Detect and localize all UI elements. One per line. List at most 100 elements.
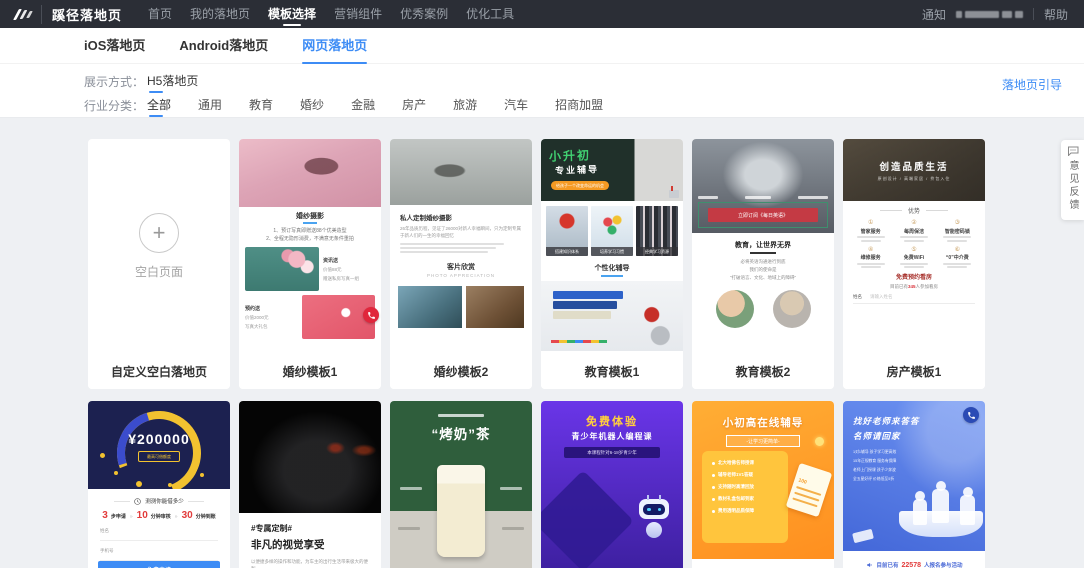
person-silhouette xyxy=(932,489,949,523)
robot-subhead: 青少年机器人编程课 xyxy=(571,432,653,441)
template-card-find-teacher[interactable]: 找好老师来答答 名师请回家 1对1辅导 孩子学习更高效 15年正规教育 服务有保… xyxy=(843,401,985,568)
gallery-photo xyxy=(465,286,524,328)
card-title: 房产模板1 xyxy=(843,354,985,389)
feedback-side-tab[interactable]: 意见反馈 xyxy=(1061,140,1084,220)
orange-bullet-panel: 北大哈佛名师授课 辅导老师1V1答疑 支持随时高清回放 教材礼盒包邮到家 费用透… xyxy=(702,451,788,543)
filter-industry-travel[interactable]: 旅游 xyxy=(453,96,477,114)
display-mode-row: 展示方式： H5落地页 xyxy=(84,72,225,93)
milktea-cup-photo xyxy=(437,465,485,557)
wedding2-hero-photo xyxy=(390,139,532,205)
step-number: 10 xyxy=(136,510,148,521)
gallery-photo xyxy=(398,286,462,328)
realty1-thumbnail: 创造品质生活 原创设计 / 高端家居 / 拎包入住 优势 ① 管家服务 ② 每周… xyxy=(843,139,985,354)
filter-industry-all[interactable]: 全部 xyxy=(147,96,171,117)
realty1-name-field: 姓名 请输入姓名 xyxy=(853,294,975,304)
template-card-loan[interactable]: ¥200000 最高可借额度 测测你能借多少 3 步申请 » 10 分钟审核 » 3… xyxy=(88,401,230,568)
edu2-feature-row xyxy=(698,196,828,199)
realty1-cta: 免费预约看房 xyxy=(895,275,932,281)
loan-apply-button: 免费申请 xyxy=(98,561,220,568)
filter-industry-wedding[interactable]: 婚纱 xyxy=(300,96,324,114)
template-card-realestate-1[interactable]: 创造品质生活 原创设计 / 高端家居 / 拎包入住 优势 ① 管家服务 ② 每周… xyxy=(843,139,985,389)
wedding2-thumbnail: 私人定制婚纱摄影 26年品质历程，见证了26000对新人幸福瞬间，只为定制专属于… xyxy=(390,139,532,354)
filter-h5-landing[interactable]: H5落地页 xyxy=(147,72,198,93)
wedding1-bullet-2: 2、全程无隐形消费，不满意无条件重拍 xyxy=(266,236,354,242)
orange-bullet: 支持随时高清回放 xyxy=(712,484,788,490)
phone-badge-icon xyxy=(963,407,979,423)
template-card-education-2[interactable]: 立即订阅《每日英语》 教育，让世界无界 必将英语沟通进行到底 我们的使命是 “打… xyxy=(692,139,834,389)
nav-item-showcases[interactable]: 优秀案例 xyxy=(400,0,448,28)
landing-guide-link[interactable]: 落地页引导 xyxy=(1002,76,1062,93)
nav-item-home[interactable]: 首页 xyxy=(148,0,172,28)
milktea-top-caption xyxy=(438,414,484,417)
nav-item-optimization-tools[interactable]: 优化工具 xyxy=(466,0,514,28)
top-navbar: 蹊径落地页 首页 我的落地页 模板选择 营销组件 优秀案例 优化工具 通知 帮助 xyxy=(0,0,1084,28)
template-card-car[interactable]: #专属定制# 非凡的视觉享受 以便捷多样的操作和功能，为车主的出行生活带来极大的… xyxy=(239,401,381,568)
orange-bullet: 教材礼盒包邮到家 xyxy=(712,496,788,502)
tab-android-landing[interactable]: Android落地页 xyxy=(179,28,268,64)
avatar-photo xyxy=(715,289,754,328)
step-separator: » xyxy=(174,514,178,520)
promo-line: 价值88元 xyxy=(323,266,342,272)
orange-headline: 小初高在线辅导 xyxy=(722,417,804,429)
car-hero-photo xyxy=(239,401,381,513)
megaphone-icon xyxy=(866,563,871,567)
plus-icon[interactable]: + xyxy=(139,213,179,253)
filter-industry-education[interactable]: 教育 xyxy=(249,96,273,114)
user-account-redacted[interactable] xyxy=(955,10,1023,18)
person-silhouette xyxy=(913,499,927,525)
template-card-robot-course[interactable]: 免费体验 青少年机器人编程课 本课程针对6-18岁青少年 激发兴趣 动手能力 发… xyxy=(541,401,683,568)
advantage-name: 维修服务 xyxy=(860,255,881,261)
pencil-row xyxy=(551,340,607,343)
template-card-blank[interactable]: + 空白页面 自定义空白落地页 xyxy=(88,139,230,389)
template-card-online-tutoring[interactable]: 小初高在线辅导 -让学习更简单- 北大哈佛名师授课 辅导老师1V1答疑 支持随时… xyxy=(692,401,834,568)
edu1-section-title: 个性化辅导 xyxy=(594,265,630,272)
filter-industry-general[interactable]: 通用 xyxy=(198,96,222,114)
nav-item-marketing-components[interactable]: 营销组件 xyxy=(334,0,382,28)
notifications-link[interactable]: 通知 xyxy=(922,6,946,23)
advantage-name: 智能密码锁 xyxy=(944,228,970,235)
template-card-milktea[interactable]: “烤奶”茶 奶茶店加盟 xyxy=(390,401,532,568)
blue-bullet: 1对1辅导 孩子学习更高效 xyxy=(853,450,897,454)
loan-steps: 3 步申请 » 10 分钟审核 » 30 分钟到账 xyxy=(88,510,230,521)
tab-ios-landing[interactable]: iOS落地页 xyxy=(84,28,145,64)
edu2-avatar-row xyxy=(692,289,834,328)
filter-industry-auto[interactable]: 汽车 xyxy=(504,96,528,114)
filter-industry-finance[interactable]: 金融 xyxy=(351,96,375,114)
robot-stage-shape xyxy=(541,470,634,568)
orange-bullet: 费用透明品质保障 xyxy=(712,508,788,514)
wedding2-latin-lines xyxy=(400,243,522,253)
advantage-number: ⑤ xyxy=(911,246,917,253)
filter-industry-franchise[interactable]: 招商加盟 xyxy=(555,96,603,114)
car-paragraph: 以便捷多样的操作和功能，为车主的出行生活带来极大的便利。 xyxy=(251,559,368,568)
avatar-photo xyxy=(772,289,811,328)
edu2-subscribe-button: 立即订阅《每日英语》 xyxy=(707,208,819,222)
edu2-hero-photo: 立即订阅《每日英语》 xyxy=(692,139,834,233)
nav-item-template-select[interactable]: 模板选择 xyxy=(268,0,316,28)
filter-industry-realestate[interactable]: 房产 xyxy=(402,96,426,114)
wedding1-promo-2: 预约送 价值2000元 写真大礼包 xyxy=(245,295,375,339)
stat-prefix: 目前已有 xyxy=(876,563,899,568)
paper-note-illustration xyxy=(852,528,874,544)
robot-headline: 免费体验 xyxy=(586,416,638,428)
edu2-thumbnail: 立即订阅《每日英语》 教育，让世界无界 必将英语沟通进行到底 我们的使命是 “打… xyxy=(692,139,834,354)
template-card-wedding-1[interactable]: 婚纱摄影 1、预订写真即赠送88个优美造型 2、全程无隐形消费，不满意无条件重拍… xyxy=(239,139,381,389)
advantage-item: ② 每周保洁 xyxy=(892,219,935,242)
advantage-number: ② xyxy=(911,220,917,226)
template-card-wedding-2[interactable]: 私人定制婚纱摄影 26年品质历程，见证了26000对新人幸福瞬间，只为定制专属于… xyxy=(390,139,532,389)
stat-prefix: 目前已有 xyxy=(889,284,908,289)
realty1-section-title: 优势 xyxy=(843,206,985,215)
advantage-name: 免费WiFi xyxy=(903,255,925,261)
nav-item-my-pages[interactable]: 我的落地页 xyxy=(190,0,250,28)
photo-caption: 培养学习习惯 xyxy=(591,247,633,256)
milktea-thumbnail: “烤奶”茶 奶茶店加盟 xyxy=(390,401,532,568)
industry-label: 行业分类： xyxy=(84,98,145,113)
feedback-bubble-icon xyxy=(1067,146,1078,156)
feedback-label: 意见反馈 xyxy=(1067,160,1078,212)
tab-web-landing[interactable]: 网页落地页 xyxy=(302,28,368,64)
realty1-advantage-grid: ① 管家服务 ② 每周保洁 ③ 智能密码锁 ④ 维修服务 ⑤ 免费WiFi ⑥ … xyxy=(843,215,985,268)
sun-icon xyxy=(815,437,824,446)
orange-hero: 小初高在线辅导 -让学习更简单- 北大哈佛名师授课 辅导老师1V1答疑 支持随时… xyxy=(692,401,834,559)
template-card-education-1[interactable]: 小升初 专业辅导 给孩子一个改变命运的机会 搭建知识体系 培养学习习惯 经典学习… xyxy=(541,139,683,389)
help-link[interactable]: 帮助 xyxy=(1044,6,1068,23)
advantage-name: “0”中介费 xyxy=(945,255,969,261)
